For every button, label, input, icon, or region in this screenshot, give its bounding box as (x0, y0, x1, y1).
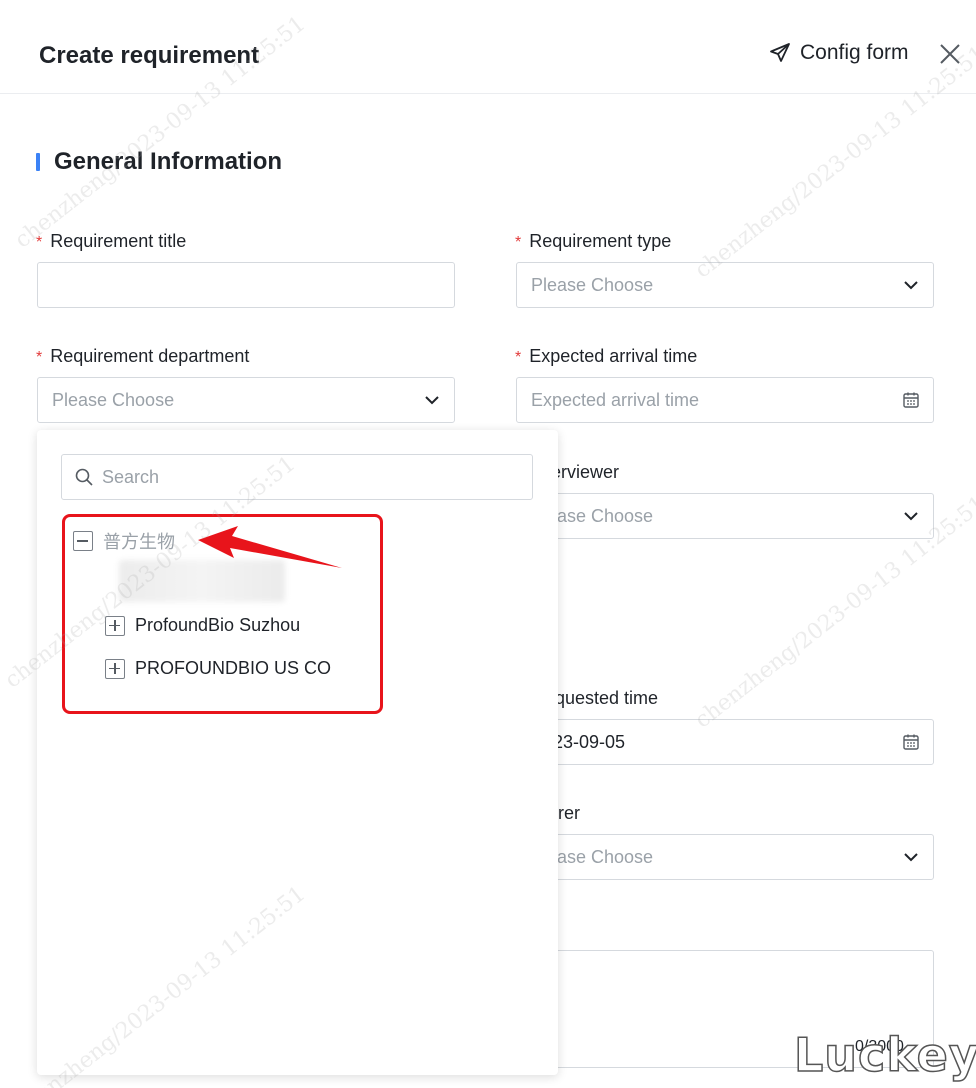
expected-arrival-time-label: * Expected arrival time (515, 346, 698, 366)
close-icon[interactable] (936, 40, 964, 68)
requirement-department-label: * Requirement department (36, 346, 250, 366)
dialog-title: Create requirement (39, 42, 260, 69)
section-accent-bar (36, 153, 40, 171)
requirement-type-label: * Requirement type (515, 231, 672, 251)
section-header: General Information (36, 148, 282, 176)
section-title: General Information (54, 148, 283, 175)
expected-arrival-time-picker[interactable]: Expected arrival time (516, 377, 934, 423)
calendar-icon (903, 392, 919, 408)
requirement-type-select[interactable]: Please Choose (516, 262, 934, 308)
search-icon (75, 468, 93, 486)
calendar-icon (903, 734, 919, 750)
requirement-title-label: * Requirement title (36, 231, 187, 251)
chevron-down-icon (904, 281, 918, 290)
requirement-title-input[interactable] (37, 262, 455, 308)
rer-label: rer (558, 803, 580, 823)
brand-watermark: Luckey (793, 1027, 976, 1083)
dialog-header: Create requirement Config form (0, 0, 976, 94)
interviewer-label: erviewer (551, 462, 620, 482)
chevron-down-icon (425, 396, 439, 405)
config-form-label: Config form (800, 41, 909, 64)
send-icon (770, 43, 790, 62)
annotation-arrow-icon (198, 526, 342, 568)
chevron-down-icon (904, 853, 918, 862)
rer-select[interactable]: ase Choose (516, 834, 934, 880)
chevron-down-icon (904, 512, 918, 521)
dropdown-search-input[interactable]: Search (61, 454, 533, 500)
interviewer-select[interactable]: ase Choose (516, 493, 934, 539)
config-form-button[interactable]: Config form (768, 41, 909, 65)
requested-time-label: quested time (555, 688, 659, 708)
requested-time-picker[interactable]: 23-09-05 (516, 719, 934, 765)
requirement-department-select[interactable]: Please Choose (37, 377, 455, 423)
